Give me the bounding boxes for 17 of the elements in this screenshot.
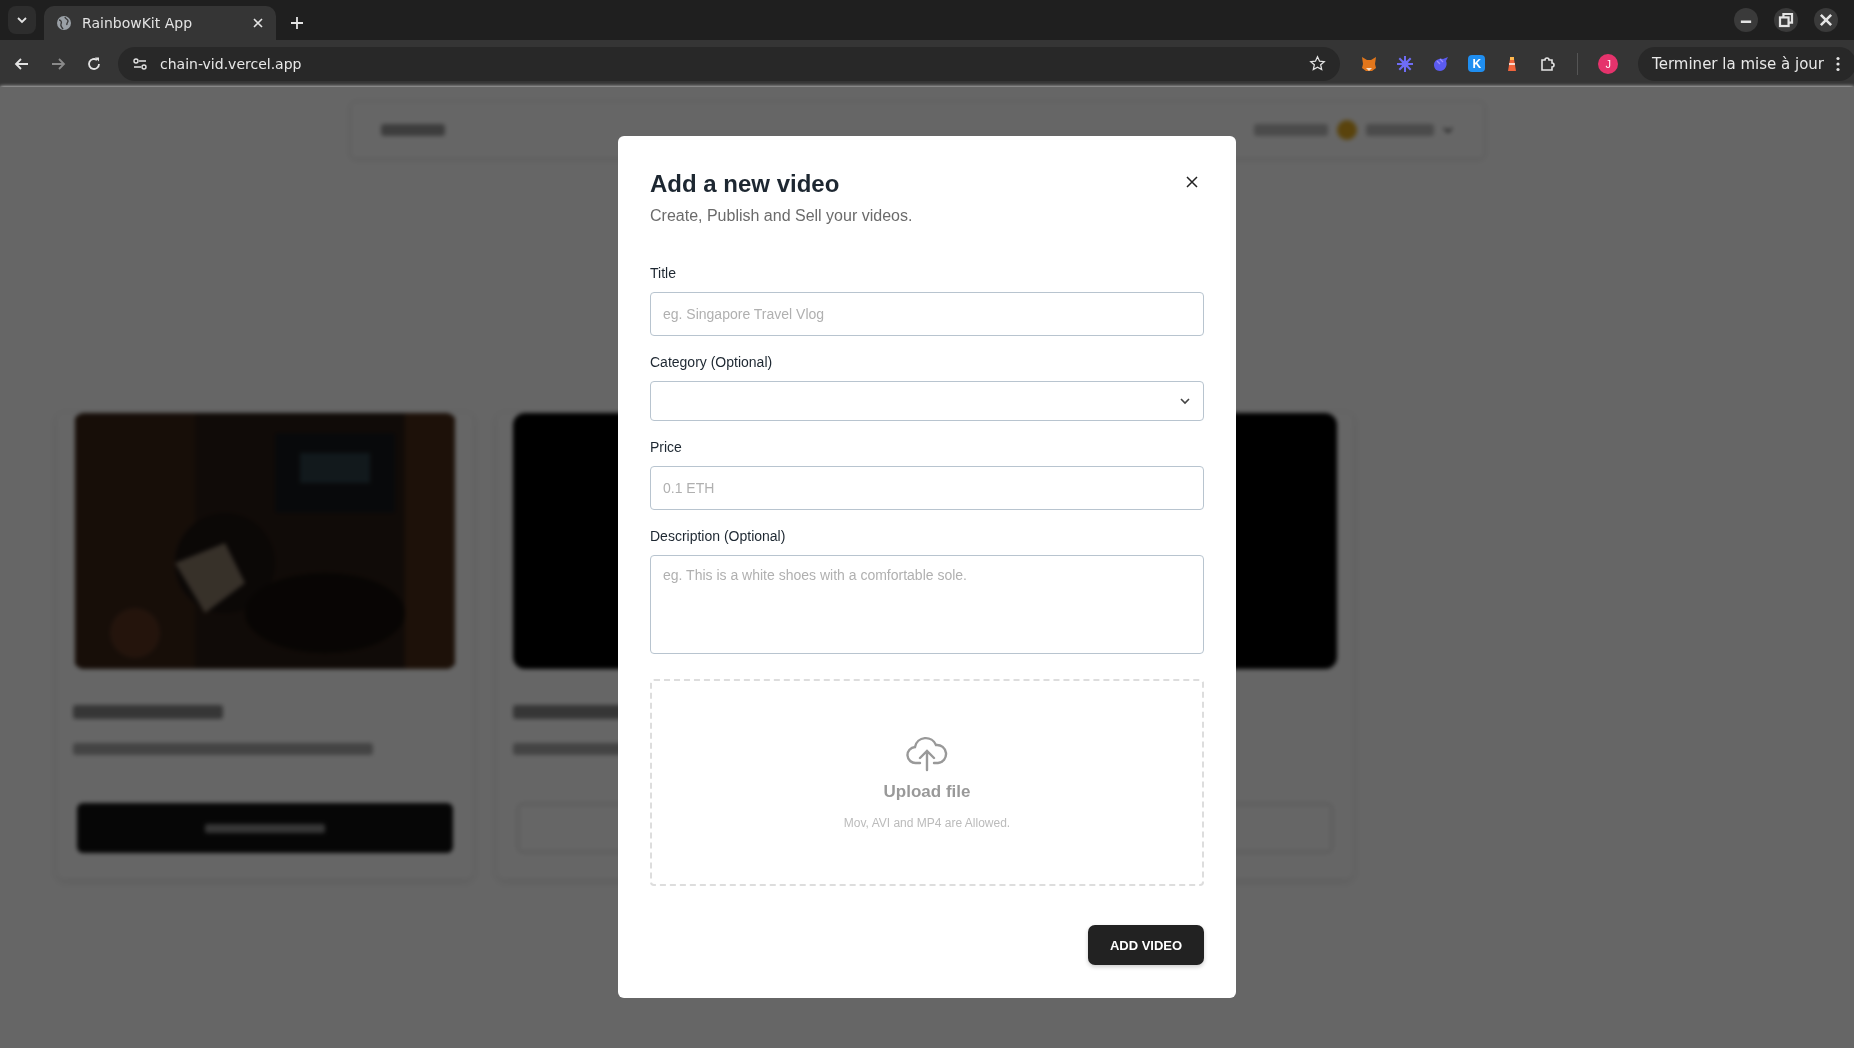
profile-avatar[interactable]: J [1598,53,1619,74]
text-area[interactable]: eg. This is a white shoes with a comfortable sole. [650,555,1204,654]
field-label: Title [650,265,677,281]
field-label: Description (Optional) [650,528,787,544]
text-field[interactable]: eg. Singapore Travel Vlog [650,292,1204,336]
modal-subtitle: Create, Publish and Sell your videos. [650,207,914,225]
address-bar[interactable]: chain-vid.vercel.app [118,46,1341,81]
tab-title: RainbowKit App [82,15,194,31]
modal-title: Add a new video [650,170,841,198]
update-button[interactable]: Terminer la mise à jour [1638,46,1854,81]
upload-hint: Mov, AVI and MP4 are Allowed. [843,815,1011,830]
add-video-button[interactable]: ADD VIDEO [1088,925,1204,965]
upload-title: Upload file [883,781,971,802]
text-field[interactable]: 0.1 ETH [650,466,1204,510]
field-label: Price [650,439,683,455]
browser-tab[interactable]: RainbowKit App [44,6,276,40]
field-label: Category (Optional) [650,354,774,370]
